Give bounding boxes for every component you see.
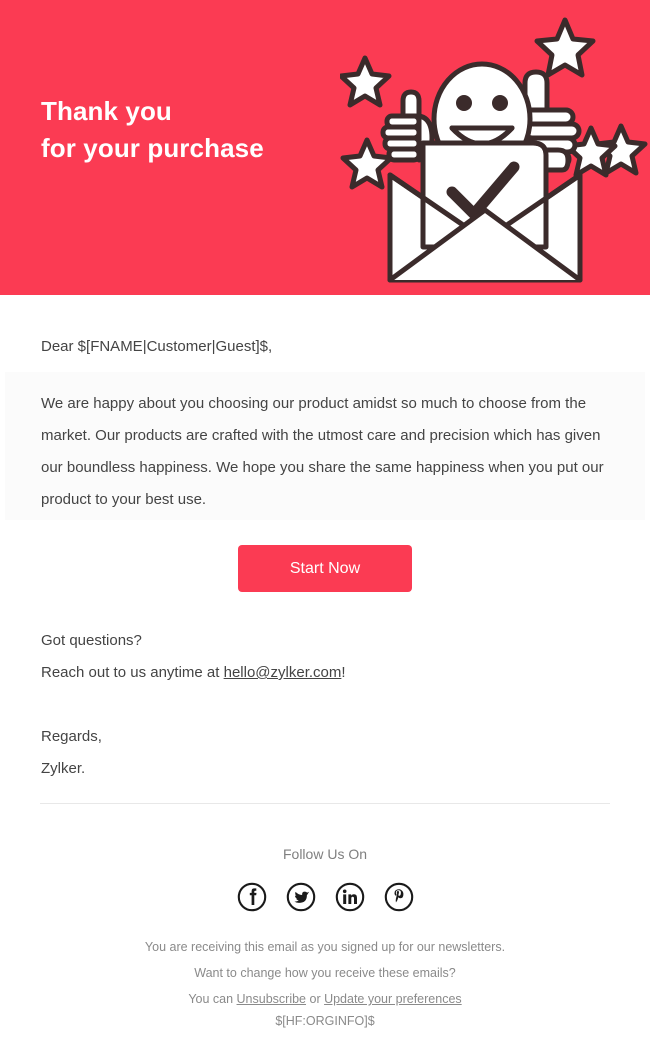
legal-line-3-middle: or (306, 992, 325, 1006)
sender-line: Zylker. (41, 760, 86, 777)
intro-paragraph: We are happy about you choosing our prod… (41, 395, 604, 508)
start-now-button[interactable]: Start Now (238, 545, 412, 593)
legal-line-3-prefix: You can (188, 992, 237, 1006)
pinterest-icon[interactable] (384, 882, 414, 912)
salutation-text: Dear $[FNAME|Customer|Guest]$, (41, 338, 273, 355)
hero-title-line2: for your purchase (41, 132, 264, 163)
reach-out-line: Reach out to us anytime at hello@zylker.… (41, 657, 346, 689)
footer-divider (40, 803, 610, 804)
signoff-block: Regards, Zylker. (41, 721, 102, 785)
email-template: Thank you for your purchase Dear $[FNAME… (0, 0, 650, 1051)
cta-container: Start Now (0, 545, 650, 593)
support-email-link[interactable]: hello@zylker.com (224, 664, 342, 681)
hero-title-line1: Thank you (41, 96, 172, 126)
unsubscribe-link[interactable]: Unsubscribe (237, 992, 306, 1006)
update-preferences-link[interactable]: Update your preferences (324, 992, 462, 1006)
facebook-icon[interactable] (237, 882, 267, 912)
legal-line-1: You are receiving this email as you sign… (144, 940, 506, 954)
hero-banner: Thank you for your purchase (0, 0, 650, 295)
page-title: Thank you for your purchase (41, 93, 264, 167)
star-icon (534, 17, 596, 78)
legal-line-3: You can Unsubscribe or Update your prefe… (0, 986, 650, 1012)
social-links-row (0, 882, 650, 912)
legal-text-block: You are receiving this email as you sign… (0, 934, 650, 1012)
twitter-icon[interactable] (286, 882, 316, 912)
star-icon (340, 55, 392, 108)
intro-panel: We are happy about you choosing our prod… (5, 372, 645, 520)
org-info-merge-tag: $[HF:ORGINFO]$ (275, 1014, 375, 1028)
reach-out-prefix: Reach out to us anytime at (41, 664, 224, 681)
regards-line: Regards, (41, 728, 102, 745)
legal-line-2: Want to change how you receive these ema… (194, 966, 456, 980)
envelope-icon (387, 140, 583, 283)
thank-you-illustration (340, 17, 648, 283)
contact-block: Got questions? Reach out to us anytime a… (41, 625, 346, 689)
questions-line: Got questions? (41, 632, 142, 649)
follow-us-label: Follow Us On (282, 846, 368, 862)
reach-out-suffix: ! (341, 664, 346, 681)
linkedin-icon[interactable] (335, 882, 365, 912)
